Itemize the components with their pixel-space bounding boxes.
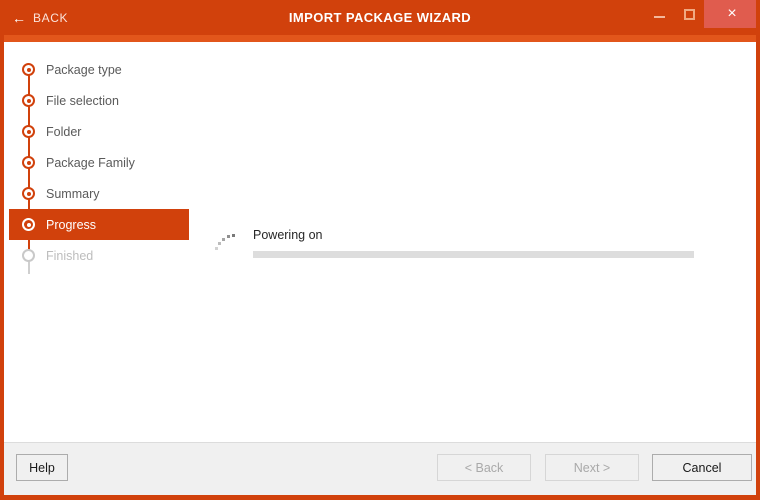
maximize-icon — [683, 8, 695, 20]
back-nav-button: < Back — [437, 454, 531, 481]
step-marker-icon — [22, 249, 35, 262]
minimize-button[interactable] — [644, 0, 674, 28]
step-marker-icon — [22, 63, 35, 76]
dotted-spinner-icon — [214, 230, 236, 252]
minimize-icon — [653, 16, 665, 18]
sidebar-item-label: Package Family — [46, 155, 135, 170]
task-status-label: Powering on — [253, 228, 323, 242]
step-marker-icon — [22, 94, 35, 107]
title-bar: ← BACK IMPORT PACKAGE WIZARD × — [4, 0, 756, 35]
progress-bar — [253, 251, 694, 258]
step-marker-icon — [22, 156, 35, 169]
maximize-button[interactable] — [674, 0, 704, 28]
cancel-button[interactable]: Cancel — [652, 454, 752, 481]
step-marker-icon — [22, 218, 35, 231]
help-button[interactable]: Help — [16, 454, 68, 481]
sidebar-item-file-selection[interactable]: File selection — [9, 85, 189, 116]
sidebar-item-package-family[interactable]: Package Family — [9, 147, 189, 178]
sidebar-item-label: Folder — [46, 124, 82, 139]
import-package-wizard-window: ← BACK IMPORT PACKAGE WIZARD × Package t… — [0, 0, 760, 500]
step-marker-icon — [22, 187, 35, 200]
sidebar-item-folder[interactable]: Folder — [9, 116, 189, 147]
close-button[interactable]: × — [704, 0, 756, 28]
sidebar-item-progress[interactable]: Progress — [9, 209, 189, 240]
sidebar-item-summary[interactable]: Summary — [9, 178, 189, 209]
sidebar-item-label: File selection — [46, 93, 119, 108]
content-area: Package type File selection Folder Packa… — [4, 42, 756, 443]
accent-strip — [4, 35, 756, 42]
sidebar-item-package-type[interactable]: Package type — [9, 54, 189, 85]
sidebar-item-finished[interactable]: Finished — [9, 240, 189, 271]
sidebar-item-label: Package type — [46, 62, 122, 77]
footer-bar: Help < Back Next > Cancel — [4, 442, 756, 495]
sidebar-item-label: Summary — [46, 186, 100, 201]
wizard-step-list: Package type File selection Folder Packa… — [9, 54, 189, 274]
step-marker-icon — [22, 125, 35, 138]
sidebar-item-label: Progress — [46, 217, 97, 232]
next-nav-button: Next > — [545, 454, 639, 481]
sidebar-item-label: Finished — [46, 248, 94, 263]
window-controls: × — [644, 0, 756, 28]
